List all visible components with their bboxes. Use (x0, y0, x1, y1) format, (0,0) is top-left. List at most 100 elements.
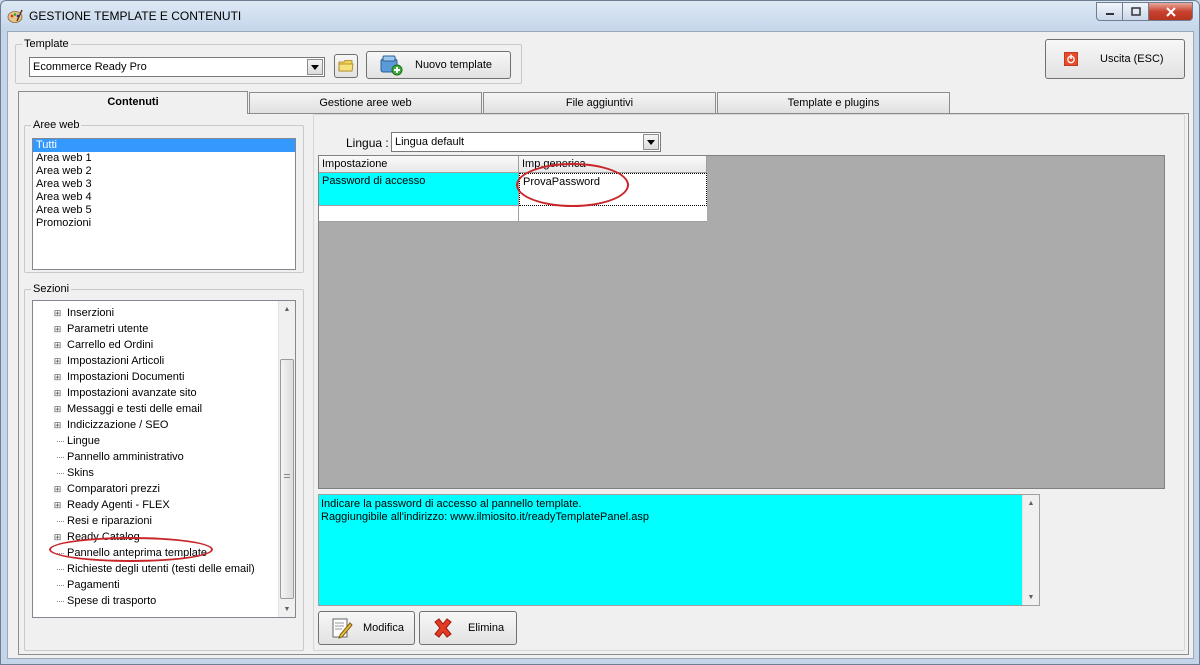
tree-item[interactable]: Pannello amministrativo (33, 449, 279, 465)
lingua-select-value: Lingua default (395, 136, 465, 148)
edit-button[interactable]: Modifica (318, 611, 415, 645)
tree-item-label: Pannello amministrativo (67, 451, 184, 463)
tree-item[interactable]: ⊞ Impostazioni Articoli (33, 353, 279, 369)
delete-label: Elimina (468, 622, 505, 634)
template-select-value: Ecommerce Ready Pro (33, 61, 147, 73)
minimize-icon (1105, 12, 1114, 15)
tree-item[interactable]: Richieste degli utenti (testi delle emai… (33, 561, 279, 577)
tree-item-label: Parametri utente (67, 323, 149, 335)
grid-empty-row-value[interactable] (519, 206, 707, 222)
scroll-up-icon[interactable]: ▲ (279, 301, 295, 317)
grid-empty-row[interactable] (319, 206, 519, 222)
tree-item-label: Skins (67, 467, 94, 479)
main-window: GESTIONE TEMPLATE E CONTENUTI Template E… (0, 0, 1200, 665)
tree-item-label: Inserzioni (67, 307, 115, 319)
tree-connector-icon (57, 569, 64, 570)
tree-item-label: Pannello anteprima template (67, 547, 208, 559)
expand-icon[interactable]: ⊞ (53, 389, 62, 398)
exit-button[interactable]: Uscita (ESC) (1045, 39, 1185, 79)
sezioni-label: Sezioni (31, 283, 72, 295)
grid-header-value[interactable]: Imp.generica (519, 156, 707, 173)
expand-icon[interactable]: ⊞ (53, 485, 62, 494)
aree-web-item[interactable]: Area web 5 (33, 204, 295, 217)
expand-icon[interactable]: ⊞ (53, 501, 62, 510)
sezioni-group: Sezioni ⊞ Inserzioni ⊞ Parametri utente ⊞ Car… (24, 283, 304, 651)
tab-file-aggiuntivi[interactable]: File aggiuntivi (483, 92, 716, 113)
scroll-down-icon[interactable]: ▼ (279, 601, 295, 617)
tab-contenuti[interactable]: Contenuti (18, 91, 248, 114)
tree-item[interactable]: ⊞ Carrello ed Ordini (33, 337, 279, 353)
tree-item[interactable]: ⊞ Parametri utente (33, 321, 279, 337)
tree-item-label: Ready Agenti - FLEX (67, 499, 170, 511)
expand-icon[interactable]: ⊞ (53, 421, 62, 430)
maximize-button[interactable] (1123, 2, 1149, 21)
expand-icon[interactable]: ⊞ (53, 373, 62, 382)
tree-item[interactable]: Skins (33, 465, 279, 481)
tree-item-label: Messaggi e testi delle email (67, 403, 203, 415)
aree-web-item[interactable]: Area web 4 (33, 191, 295, 204)
aree-web-item[interactable]: Tutti (33, 139, 295, 152)
grid-cell-value[interactable]: ProvaPassword (519, 173, 707, 206)
template-select[interactable]: Ecommerce Ready Pro (29, 57, 325, 77)
aree-web-item[interactable]: Area web 1 (33, 152, 295, 165)
tree-item-label: Impostazioni Articoli (67, 355, 165, 367)
aree-web-item[interactable]: Area web 2 (33, 165, 295, 178)
power-icon (1064, 52, 1078, 66)
tree-item[interactable]: ⊞ Comparatori prezzi (33, 481, 279, 497)
aree-web-item[interactable]: Promozioni (33, 217, 295, 230)
tree-item[interactable]: Pagamenti (33, 577, 279, 593)
tree-item[interactable]: ⊞ Ready Catalog (33, 529, 279, 545)
folder-icon (338, 60, 354, 72)
client-area: Template Ecommerce Ready Pro Nuovo templ… (7, 31, 1194, 659)
grid-cell-setting[interactable]: Password di accesso (319, 173, 519, 206)
tree-item[interactable]: ⊞ Ready Agenti - FLEX (33, 497, 279, 513)
tree-item[interactable]: Spese di trasporto (33, 593, 279, 609)
tab-gestione-aree-web[interactable]: Gestione aree web (249, 92, 482, 113)
expand-icon[interactable]: ⊞ (53, 309, 62, 318)
sezioni-tree[interactable]: ⊞ Inserzioni ⊞ Parametri utente ⊞ Carrello ed… (32, 300, 296, 618)
expand-icon[interactable]: ⊞ (53, 357, 62, 366)
grid-header-setting[interactable]: Impostazione (319, 156, 519, 173)
expand-icon[interactable]: ⊞ (53, 325, 62, 334)
delete-button[interactable]: Elimina (419, 611, 517, 645)
description-line-2: Raggiungibile all'indirizzo: www.ilmiosi… (321, 511, 649, 523)
aree-web-list[interactable]: Tutti Area web 1 Area web 2 Area web 3 Area … (32, 138, 296, 270)
tree-item-label: Spese di trasporto (67, 595, 157, 607)
tree-connector-icon (57, 441, 64, 442)
tree-item[interactable]: ⊞ Indicizzazione / SEO (33, 417, 279, 433)
tree-connector-icon (57, 457, 64, 458)
tab-template-e-plugins[interactable]: Template e plugins (717, 92, 950, 113)
aree-web-item[interactable]: Area web 3 (33, 178, 295, 191)
tree-item[interactable]: Pannello anteprima template (33, 545, 279, 561)
description-scrollbar[interactable]: ▲ ▼ (1022, 495, 1039, 605)
expand-icon[interactable]: ⊞ (53, 533, 62, 542)
tree-item[interactable]: ⊞ Inserzioni (33, 305, 279, 321)
new-template-button[interactable]: Nuovo template (366, 51, 511, 79)
scroll-thumb[interactable] (280, 359, 294, 599)
tree-item[interactable]: Lingue (33, 433, 279, 449)
expand-icon[interactable]: ⊞ (53, 405, 62, 414)
tree-item[interactable]: Resi e riparazioni (33, 513, 279, 529)
tree-item[interactable]: ⊞ Impostazioni avanzate sito (33, 385, 279, 401)
chevron-down-icon[interactable] (643, 134, 659, 150)
minimize-button[interactable] (1096, 2, 1123, 21)
description-box[interactable]: Indicare la password di accesso al panne… (318, 494, 1040, 606)
scroll-down-icon[interactable]: ▼ (1023, 589, 1039, 605)
tree-item-label: Richieste degli utenti (testi delle emai… (67, 563, 255, 575)
palette-icon (7, 9, 23, 23)
sezioni-scrollbar[interactable]: ▲ ▼ (278, 301, 295, 617)
scroll-up-icon[interactable]: ▲ (1023, 495, 1039, 511)
lingua-select[interactable]: Lingua default (391, 132, 661, 152)
edit-icon (332, 618, 353, 639)
open-folder-button[interactable] (334, 54, 358, 78)
tree-item[interactable]: ⊞ Messaggi e testi delle email (33, 401, 279, 417)
exit-label: Uscita (ESC) (1100, 53, 1164, 65)
tree-item-label: Impostazioni avanzate sito (67, 387, 197, 399)
tree-item-label: Indicizzazione / SEO (67, 419, 169, 431)
close-button[interactable] (1149, 2, 1193, 21)
chevron-down-icon[interactable] (307, 59, 323, 75)
tree-item[interactable]: ⊞ Impostazioni Documenti (33, 369, 279, 385)
delete-icon (434, 618, 452, 638)
new-template-icon (380, 55, 403, 76)
expand-icon[interactable]: ⊞ (53, 341, 62, 350)
